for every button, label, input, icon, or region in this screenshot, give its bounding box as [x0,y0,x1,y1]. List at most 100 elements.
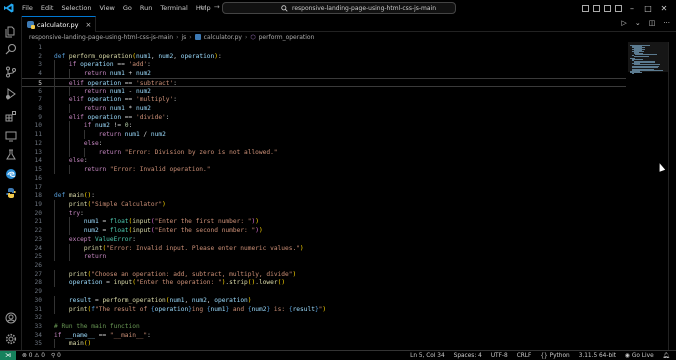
code-text: main() [68,340,92,348]
code-line[interactable]: 34 if __name__ == "__main__": [22,331,626,340]
code-line[interactable]: 15 return "Error: Invalid operation." [22,165,626,175]
run-debug-icon[interactable] [3,86,19,102]
toggle-secondary-sidebar-icon[interactable] [604,4,611,12]
notifications-bell-icon[interactable]: 🔔︎ [663,353,670,359]
close-tab-icon[interactable]: × [86,21,92,29]
indentation[interactable]: Spaces: 4 [454,353,482,359]
code-line[interactable]: 10 if num2 != 0: [22,121,626,131]
menu-item-terminal[interactable]: Terminal [156,0,191,16]
forward-arrow-icon[interactable]: → [214,3,220,11]
code-text: elif operation == 'divide': [68,113,170,121]
code-line[interactable]: 18 def main(): [22,191,626,200]
problems-status[interactable]: ⊗ 0 ⚠ 0 [22,353,45,359]
code-line[interactable]: 12 else: [22,138,626,148]
python-interpreter[interactable]: 3.11.5 64-bit [579,353,616,359]
navigation-arrows: ← → [200,3,220,11]
code-line[interactable]: 19 print("Simple Calculator") [22,199,626,209]
python-icon[interactable] [3,185,19,201]
menu-item-run[interactable]: Run [136,0,156,16]
remote-window-icon[interactable]: ⋊ [0,350,16,360]
editor-scrollbar[interactable] [668,42,676,350]
code-line[interactable]: 7 elif operation == 'multiply': [22,95,626,105]
line-number: 21 [34,218,42,226]
run-options-chevron-icon[interactable]: ⌄ [635,19,641,27]
broadcast-icon: ⚲ [51,352,56,359]
menu-item-go[interactable]: Go [119,0,136,16]
language-label: Python [549,353,570,359]
code-line[interactable]: 31 print(f"The result of {operation}ing … [22,304,626,314]
code-line[interactable]: 28 operation = input("Enter the operatio… [22,278,626,288]
line-number: 30 [34,296,42,304]
split-editor-icon[interactable]: ◫ [649,19,656,27]
code-line[interactable]: 8 return num1 * num2 [22,104,626,114]
code-line[interactable]: 13 return "Error: Division by zero is no… [22,147,626,157]
code-line[interactable]: 23 except ValueError: [22,234,626,244]
code-line[interactable]: 30 result = perform_operation(num1, num2… [22,295,626,305]
settings-gear-icon[interactable] [3,331,19,347]
run-python-file-icon[interactable]: ▷ [621,19,626,27]
code-text: if num2 != 0: [83,122,133,130]
code-line[interactable]: 3 if operation == 'add': [22,60,626,70]
code-line[interactable]: 26 [22,261,626,270]
code-line[interactable]: 21 num1 = float(input("Enter the first n… [22,217,626,227]
menu-item-file[interactable]: File [18,0,37,16]
breadcrumb-folder[interactable]: responsive-landing-page-using-html-css-j… [29,34,173,41]
minimap-line [633,55,649,57]
code-line[interactable]: 20 try: [22,208,626,218]
explorer-icon[interactable] [3,24,19,40]
menu-item-edit[interactable]: Edit [37,0,58,16]
minimize-icon[interactable]: – [626,4,638,13]
line-number: 9 [38,113,42,121]
code-line[interactable]: 33 # Run the main function [22,322,626,331]
code-text: num2 = float(input("Enter the second num… [83,227,263,235]
line-number: 28 [34,279,42,287]
code-line[interactable]: 22 num2 = float(input("Enter the second … [22,226,626,236]
back-arrow-icon[interactable]: ← [200,3,206,11]
toggle-sidebar-icon[interactable] [582,4,589,12]
menu-item-selection[interactable]: Selection [57,0,95,16]
code-line[interactable]: 11 return num1 / num2 [22,130,626,140]
source-control-icon[interactable] [3,64,19,80]
code-line[interactable]: 35 main() [22,339,626,349]
testing-icon[interactable] [3,147,19,163]
breadcrumb-symbol[interactable]: perform_operation [259,34,315,41]
code-line[interactable]: 32 [22,313,626,322]
code-line[interactable]: 16 [22,174,626,183]
code-editor[interactable]: 1 2 def perform_operation(num1, num2, oper… [22,42,626,350]
breadcrumb-subfolder[interactable]: js [181,34,186,41]
go-live-button[interactable]: ◉ Go Live [625,353,654,359]
encoding[interactable]: UTF-8 [491,353,508,359]
remote-explorer-icon[interactable] [3,128,19,144]
code-line[interactable]: 2 def perform_operation(num1, num2, opera… [22,52,626,61]
more-actions-icon[interactable]: ··· [663,19,670,27]
code-line[interactable]: 5 elif operation == 'subtract': [22,77,626,88]
ports-count: 0 [57,352,61,359]
code-line[interactable]: 25 return [22,252,626,262]
close-window-icon[interactable]: ✕ [658,4,670,13]
code-line[interactable]: 17 [22,183,626,192]
menu-item-view[interactable]: View [95,0,118,16]
code-line[interactable]: 1 [22,43,626,52]
code-line[interactable]: 14 else: [22,156,626,166]
code-line[interactable]: 27 print("Choose an operation: add, subt… [22,269,626,279]
cursor-position[interactable]: Ln 5, Col 34 [410,353,445,359]
tab-calculator-py[interactable]: calculator.py × [22,16,96,32]
code-line[interactable]: 6 return num1 - num2 [22,86,626,96]
minimap[interactable] [628,42,668,350]
toggle-panel-icon[interactable] [593,4,600,12]
code-line[interactable]: 24 print("Error: Invalid input. Please e… [22,243,626,253]
code-line[interactable]: 4 return num1 + num2 [22,69,626,79]
search-icon[interactable] [3,41,19,57]
customize-layout-icon[interactable] [615,4,622,12]
maximize-icon[interactable]: □ [642,4,654,13]
command-center-search[interactable]: responsive-landing-page-using-html-css-j… [222,2,456,14]
edge-tools-icon[interactable] [3,166,19,182]
extensions-icon[interactable] [3,108,19,124]
code-line[interactable]: 9 elif operation == 'divide': [22,112,626,122]
language-mode[interactable]: {} Python [540,353,569,359]
breadcrumb-file[interactable]: calculator.py [204,34,242,41]
accounts-icon[interactable] [3,310,19,326]
ports-status[interactable]: ⚲ 0 [51,353,61,359]
code-line[interactable]: 29 [22,287,626,296]
end-of-line[interactable]: CRLF [517,353,532,359]
